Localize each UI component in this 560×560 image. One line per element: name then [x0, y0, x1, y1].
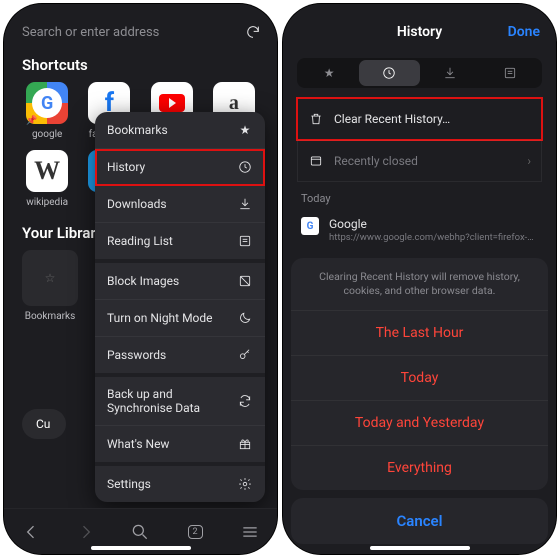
segment-history[interactable] [359, 60, 419, 86]
window-icon [308, 153, 324, 169]
segment-bookmarks[interactable]: ★ [299, 60, 359, 86]
key-icon [237, 347, 253, 363]
address-placeholder: Search or enter address [22, 25, 237, 40]
phone-left: Search or enter address Shortcuts 📌 goog… [4, 4, 277, 554]
home-indicator [91, 546, 191, 550]
wikipedia-icon: W [26, 150, 68, 192]
search-button[interactable] [124, 516, 156, 548]
sheet-card: Clearing Recent History will remove hist… [291, 258, 548, 490]
home-indicator [370, 546, 470, 550]
moon-icon [237, 310, 253, 326]
shortcut-google[interactable]: 📌 google [22, 82, 72, 140]
cancel-button[interactable]: Cancel [291, 498, 548, 544]
shortcuts-heading: Shortcuts [4, 54, 277, 82]
star-outline-icon: ☆ [45, 271, 56, 285]
main-menu-popup: Bookmarks ★ History Downloads Reading Li… [95, 112, 265, 502]
tabs-button[interactable]: 2 [179, 516, 211, 548]
reload-icon[interactable] [245, 24, 261, 40]
done-button[interactable]: Done [508, 24, 540, 40]
reading-list-icon [237, 233, 253, 249]
library-bookmarks-card[interactable]: ☆ Bookmarks [22, 250, 78, 322]
clear-history-sheet: Clearing Recent History will remove hist… [291, 258, 548, 544]
trash-icon [308, 111, 324, 127]
no-image-icon [237, 273, 253, 289]
forward-button[interactable] [70, 516, 102, 548]
screen-left: Search or enter address Shortcuts 📌 goog… [4, 4, 277, 554]
menu-whats-new[interactable]: What's New [95, 426, 265, 466]
option-today[interactable]: Today [291, 355, 548, 400]
segment-reading-list[interactable] [480, 60, 540, 86]
screen-right: History Done ★ Clear Recent History… Rec… [283, 4, 556, 554]
history-url: https://www.google.com/webhp?client=fire… [329, 232, 538, 243]
menu-sync[interactable]: Back up and Synchronise Data [95, 377, 265, 426]
navbar-title: History [397, 24, 442, 40]
option-last-hour[interactable]: The Last Hour [291, 310, 548, 355]
menu-downloads[interactable]: Downloads [95, 186, 265, 223]
star-icon: ★ [237, 122, 253, 138]
menu-history[interactable]: History [95, 149, 265, 186]
favicon-google: G [301, 217, 319, 235]
history-title: Google [329, 217, 538, 231]
option-everything[interactable]: Everything [291, 445, 548, 490]
history-filter-segment: ★ [297, 58, 542, 88]
history-navbar: History Done [283, 10, 556, 54]
gift-icon [237, 436, 253, 452]
option-today-yesterday[interactable]: Today and Yesterday [291, 400, 548, 445]
address-bar[interactable]: Search or enter address [4, 10, 277, 54]
menu-night-mode[interactable]: Turn on Night Mode [95, 300, 265, 337]
sheet-description: Clearing Recent History will remove hist… [291, 258, 548, 310]
chevron-right-icon: › [527, 154, 531, 168]
shortcut-wikipedia[interactable]: W wikipedia [22, 150, 72, 208]
menu-reading-list[interactable]: Reading List [95, 223, 265, 263]
phone-right: History Done ★ Clear Recent History… Rec… [283, 4, 556, 554]
clear-recent-history-row[interactable]: Clear Recent History… [297, 98, 542, 140]
today-section-header: Today [283, 182, 556, 209]
segment-downloads[interactable] [420, 60, 480, 86]
sync-icon [237, 393, 253, 409]
menu-button[interactable] [234, 516, 266, 548]
star-icon: ★ [324, 66, 335, 80]
menu-block-images[interactable]: Block Images [95, 263, 265, 300]
clock-icon [237, 159, 253, 175]
recently-closed-row[interactable]: Recently closed › [297, 140, 542, 182]
pin-icon: 📌 [26, 116, 37, 126]
customize-button[interactable]: Cu [22, 409, 66, 439]
history-item[interactable]: G Google https://www.google.com/webhp?cl… [297, 209, 542, 251]
download-icon [237, 196, 253, 212]
menu-passwords[interactable]: Passwords [95, 337, 265, 377]
menu-settings[interactable]: Settings [95, 466, 265, 502]
back-button[interactable] [15, 516, 47, 548]
menu-bookmarks[interactable]: Bookmarks ★ [95, 112, 265, 149]
gear-icon [237, 476, 253, 492]
